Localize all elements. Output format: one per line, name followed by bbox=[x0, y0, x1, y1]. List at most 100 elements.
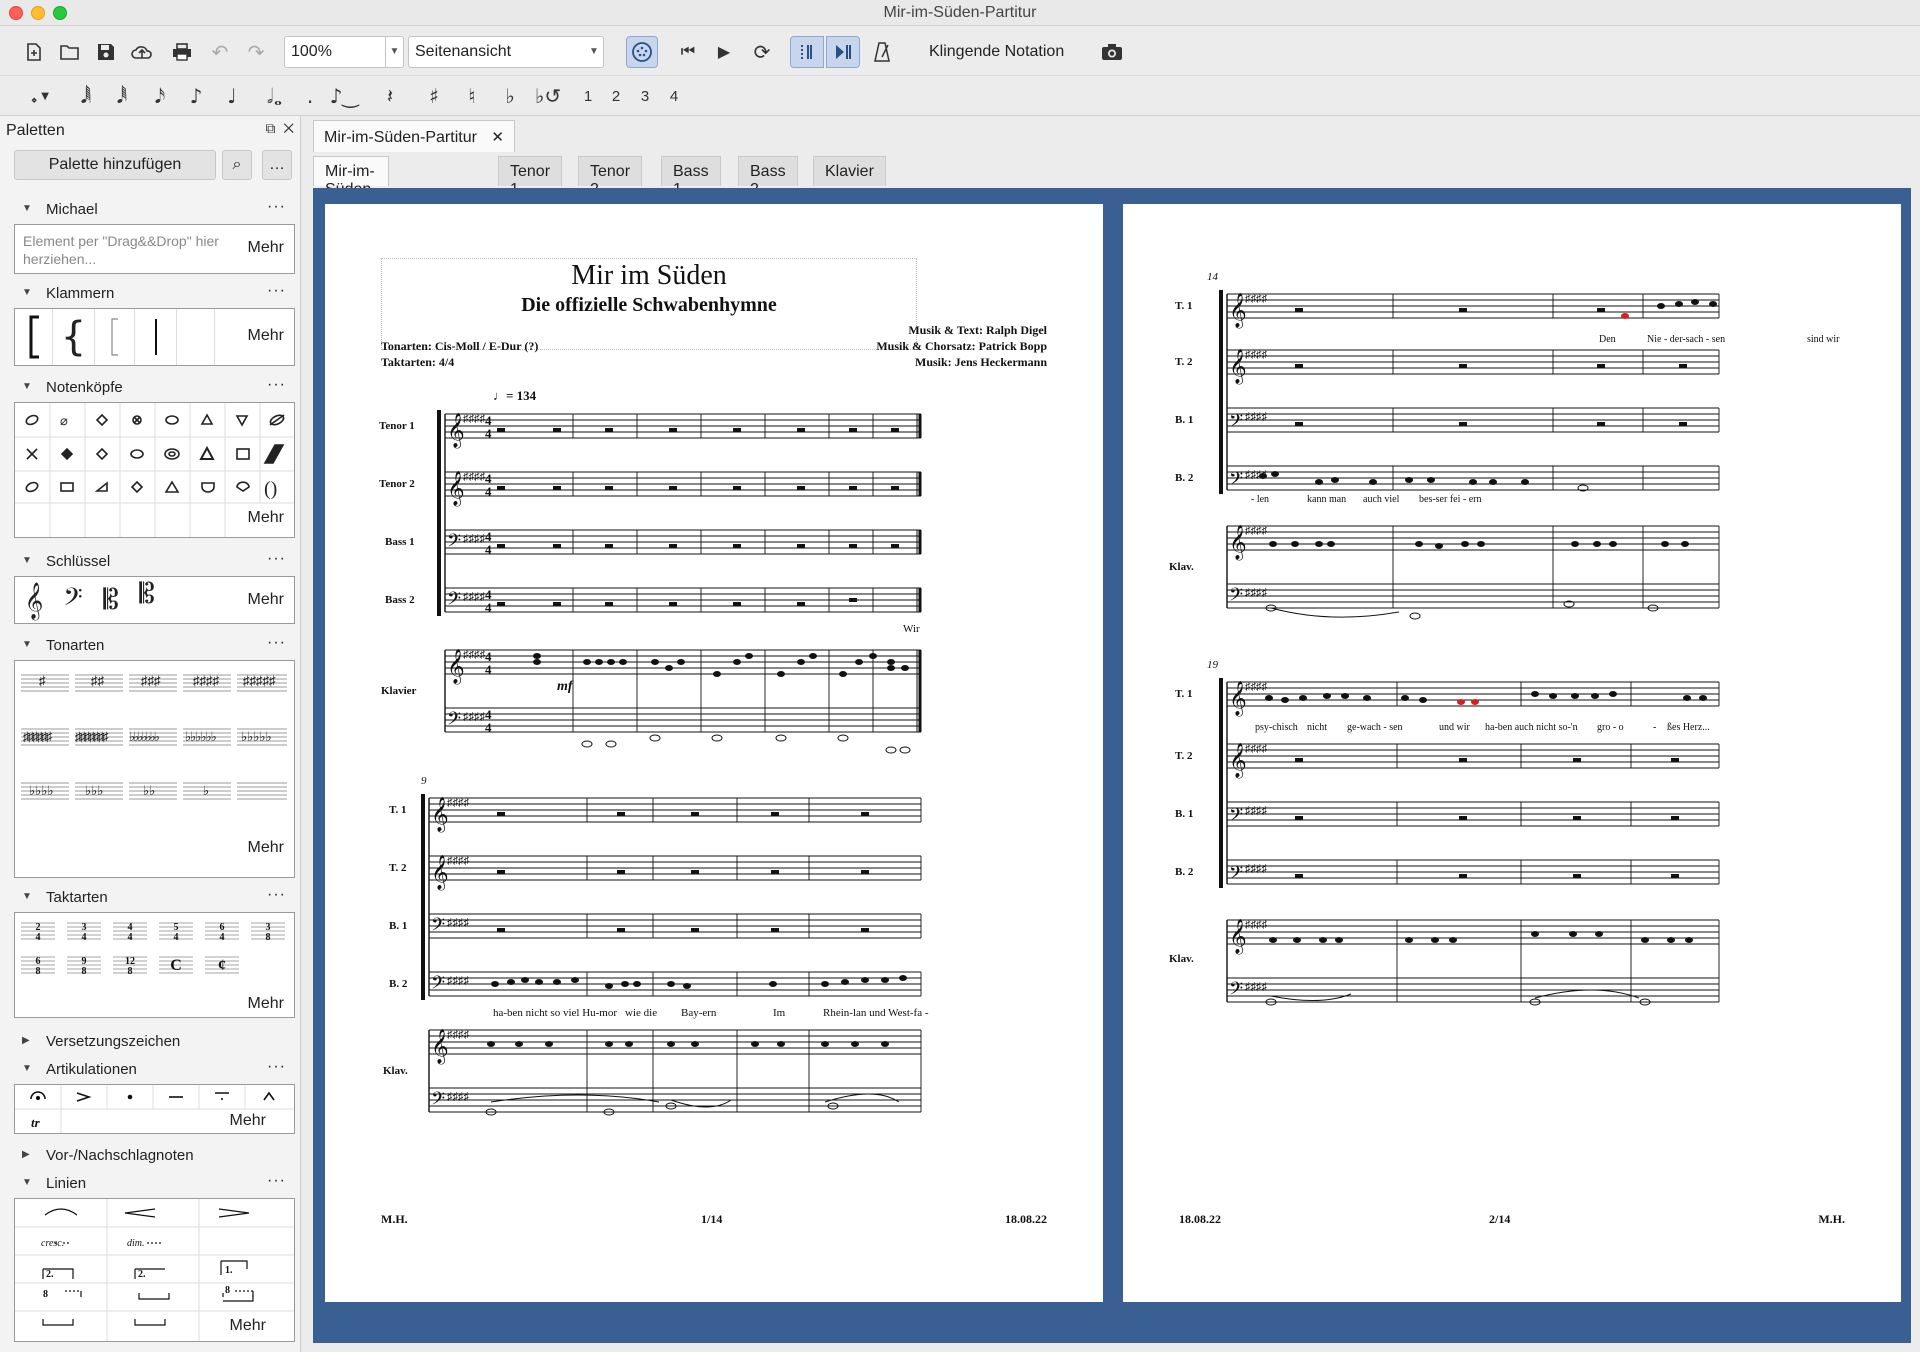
natural-icon[interactable]: ♮ bbox=[458, 82, 486, 110]
svg-text:♯♯♯♯♯♯: ♯♯♯♯♯♯ bbox=[23, 729, 52, 744]
more-button[interactable]: Mehr bbox=[248, 239, 284, 257]
footer-page-number: 1/14 bbox=[701, 1212, 723, 1226]
tab-bass-1[interactable]: Bass 1 bbox=[661, 156, 721, 198]
undock-icon[interactable]: ⧉ bbox=[266, 120, 276, 136]
rest-icon[interactable]: 𝄽 bbox=[376, 82, 404, 110]
quarter-note-icon[interactable]: ♩ bbox=[218, 82, 246, 110]
palette-menu-icon[interactable]: ··· bbox=[267, 376, 286, 394]
loop-icon[interactable]: ⟳ bbox=[748, 38, 776, 66]
bass-clef-icon[interactable]: 𝄢 bbox=[53, 577, 93, 623]
zoom-combo[interactable]: 100% ▼ bbox=[284, 36, 404, 68]
staff-name: T. 2 bbox=[389, 862, 407, 874]
whole-note-icon[interactable]: 𝅝 bbox=[264, 84, 292, 112]
palette-header-klammern[interactable]: ▼ Klammern ··· bbox=[0, 282, 300, 306]
midi-input-toggle[interactable] bbox=[626, 36, 658, 68]
play-icon[interactable]: ▶ bbox=[710, 38, 738, 66]
note-input-mode-icon[interactable]: 𝆹 ▼ bbox=[20, 82, 60, 110]
new-file-icon[interactable] bbox=[20, 38, 48, 66]
voice-4-button[interactable]: 4 bbox=[660, 82, 688, 110]
more-button[interactable]: Mehr bbox=[248, 509, 284, 527]
alto-clef-icon[interactable]: 𝄡 bbox=[93, 577, 129, 623]
treble-clef-icon[interactable]: 𝄞 bbox=[15, 577, 53, 623]
palette-header-taktarten[interactable]: ▼ Taktarten ··· bbox=[0, 886, 300, 910]
voice-3-button[interactable]: 3 bbox=[631, 82, 659, 110]
square-bracket-icon[interactable] bbox=[95, 309, 135, 365]
palette-header-vorschlag[interactable]: ▶ Vor-/Nachschlagnoten bbox=[0, 1146, 300, 1168]
metronome-icon[interactable] bbox=[868, 38, 896, 66]
more-button[interactable]: Mehr bbox=[230, 1112, 266, 1130]
view-mode-select[interactable]: Seitenansicht ▼ bbox=[408, 36, 604, 68]
flat-icon[interactable]: ♭ bbox=[496, 82, 524, 110]
score-page-1[interactable]: Mir im Süden Die offizielle Schwabenhymn… bbox=[325, 204, 1103, 1302]
close-tab-icon[interactable]: ✕ bbox=[491, 129, 504, 146]
palette-michael[interactable]: Element per "Drag&&Drop" hier herziehen.… bbox=[14, 224, 295, 274]
brace-icon[interactable]: { bbox=[53, 309, 95, 365]
staff-name: T. 1 bbox=[1175, 300, 1193, 312]
cloud-upload-icon[interactable] bbox=[128, 38, 156, 66]
print-icon[interactable] bbox=[168, 38, 196, 66]
palette-menu-icon[interactable]: ··· bbox=[267, 198, 286, 216]
camera-icon[interactable] bbox=[1098, 38, 1126, 66]
metronome-loop-icon[interactable] bbox=[826, 36, 860, 68]
tie-icon[interactable]: ♪‿ bbox=[330, 82, 359, 110]
search-icon[interactable]: ⌕ bbox=[222, 150, 252, 180]
volta2a-label: 2. bbox=[46, 1269, 54, 1280]
more-button[interactable]: Mehr bbox=[248, 995, 284, 1013]
svg-text:𝄢: 𝄢 bbox=[1229, 468, 1243, 493]
sixteenth-note-icon[interactable]: 𝅘𝅥𝅯 bbox=[146, 82, 174, 110]
close-icon[interactable]: ✕ bbox=[283, 120, 294, 136]
tenor-clef-icon[interactable]: 𝄡 bbox=[129, 571, 165, 617]
thirty-second-note-icon[interactable]: 𝅘𝅥𝅱 bbox=[108, 82, 136, 110]
augmentation-dot-icon[interactable]: . bbox=[296, 82, 324, 110]
svg-text:𝄢: 𝄢 bbox=[447, 708, 461, 733]
document-tab[interactable]: Mir-im-Süden-Partitur ✕ bbox=[313, 120, 515, 152]
sharp-icon[interactable]: ♯ bbox=[420, 82, 448, 110]
more-options-icon[interactable]: … bbox=[262, 150, 292, 180]
page2-notation[interactable]: 𝄞𝄞 𝄢𝄢 𝄞𝄢 𝄞𝄞 𝄢𝄢 𝄞𝄢 ♯♯♯♯♯♯♯♯♯♯♯♯♯♯♯♯♯♯♯♯♯♯… bbox=[1123, 204, 1901, 1302]
tab-bass-2[interactable]: Bass 2 bbox=[738, 156, 798, 198]
more-button[interactable]: Mehr bbox=[248, 591, 284, 609]
score-canvas[interactable]: Mir im Süden Die offizielle Schwabenhymn… bbox=[313, 188, 1911, 1343]
line-bracket-icon[interactable] bbox=[135, 309, 177, 365]
bracket-icon[interactable] bbox=[15, 309, 53, 365]
tab-full-score[interactable]: Mir-im-Süden-Partitur bbox=[313, 156, 389, 216]
tab-klavier[interactable]: Klavier bbox=[813, 156, 886, 186]
palette-header-notenkoepfe[interactable]: ▼ Notenköpfe ··· bbox=[0, 376, 300, 400]
rewind-icon[interactable]: ⏮ bbox=[674, 38, 702, 66]
voice-2-button[interactable]: 2 bbox=[602, 82, 630, 110]
staff-name: Tenor 2 bbox=[379, 478, 415, 490]
page1-notation[interactable]: 𝄞𝄞 𝄢𝄢 𝄞𝄢 𝄞𝄞 𝄢𝄢 𝄞𝄢 ♯♯♯♯♯♯♯♯♯♯♯♯♯♯♯♯♯♯♯♯♯♯… bbox=[325, 204, 1103, 1302]
palette-menu-icon[interactable]: ··· bbox=[267, 282, 286, 300]
redo-icon[interactable]: ↷ bbox=[242, 38, 270, 66]
lyric: und wir bbox=[1439, 722, 1471, 733]
window-title: Mir-im-Süden-Partitur bbox=[883, 4, 1037, 21]
palette-menu-icon[interactable]: ··· bbox=[267, 634, 286, 652]
add-palette-button[interactable]: Palette hinzufügen bbox=[14, 150, 216, 180]
palette-header-tonarten[interactable]: ▼ Tonarten ··· bbox=[0, 634, 300, 658]
save-icon[interactable] bbox=[92, 38, 120, 66]
sixty-fourth-note-icon[interactable]: 𝅘𝅥𝅲 bbox=[72, 82, 100, 110]
open-folder-icon[interactable] bbox=[56, 38, 84, 66]
score-page-2[interactable]: 𝄞 𝄞 𝄢 𝄢 𝄞 𝄢 𝄞 𝄞 𝄢 𝄢 𝄞 𝄢 ♯♯♯♯ ♯♯♯♯ ♯♯♯♯ ♯♯♯♯ ♯♯♯♯ ♯♯… bbox=[1123, 204, 1901, 1302]
more-button[interactable]: Mehr bbox=[248, 327, 284, 345]
palette-menu-icon[interactable]: ··· bbox=[267, 886, 286, 904]
palette-menu-icon[interactable]: ··· bbox=[267, 1172, 286, 1190]
time-signatures-grid[interactable]: 24 34 44 54 64 38 68 98 128 C ¢ bbox=[15, 913, 294, 985]
more-button[interactable]: Mehr bbox=[248, 839, 284, 857]
tab-tenor-2[interactable]: Tenor 2 bbox=[578, 156, 643, 198]
concert-pitch-button[interactable]: Klingende Notation bbox=[929, 43, 1064, 61]
palette-header-linien[interactable]: ▼ Linien ··· bbox=[0, 1172, 300, 1196]
palette-header-michael[interactable]: ▼ Michael ··· bbox=[0, 198, 300, 222]
undo-icon[interactable]: ↶ bbox=[206, 38, 234, 66]
palette-menu-icon[interactable]: ··· bbox=[267, 550, 286, 568]
palette-header-artikulationen[interactable]: ▼ Artikulationen ··· bbox=[0, 1058, 300, 1082]
flip-direction-icon[interactable]: ♭↺ bbox=[534, 82, 562, 110]
tab-tenor-1[interactable]: Tenor 1 bbox=[498, 156, 563, 198]
eighth-note-icon[interactable]: ♪ bbox=[182, 82, 210, 110]
key-signatures-grid[interactable]: ♯ ♯♯ ♯♯♯ ♯♯♯♯ ♯♯♯♯♯ ♯♯♯♯♯♯ ♯♯♯♯♯♯♯ ♭♭♭♭♭… bbox=[15, 661, 294, 851]
loop-in-icon[interactable] bbox=[790, 36, 824, 68]
palette-header-versetzungszeichen[interactable]: ▶ Versetzungszeichen bbox=[0, 1032, 300, 1054]
voice-1-button[interactable]: 1 bbox=[574, 82, 602, 110]
palette-menu-icon[interactable]: ··· bbox=[267, 1058, 286, 1076]
more-button[interactable]: Mehr bbox=[230, 1317, 266, 1335]
